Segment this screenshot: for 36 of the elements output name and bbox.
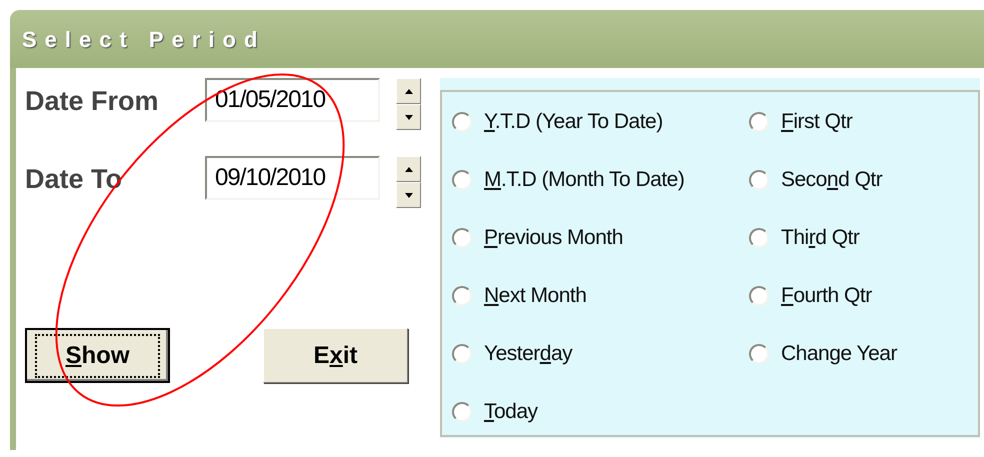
radio-label[interactable]: Previous Month <box>484 222 623 254</box>
radio-button[interactable] <box>452 112 472 132</box>
radio-button[interactable] <box>749 170 769 190</box>
radio-button[interactable] <box>749 286 769 306</box>
spin-button[interactable] <box>396 156 421 182</box>
radio-label[interactable]: Y.T.D (Year To Date) <box>484 106 663 138</box>
radio-button[interactable] <box>749 344 769 364</box>
window-title: Select Period <box>22 26 266 54</box>
exit-button[interactable]: Exit <box>263 328 408 383</box>
radio-label[interactable]: Fourth Qtr <box>781 280 872 312</box>
radio-label[interactable]: Yesterday <box>484 338 572 370</box>
radio-button[interactable] <box>452 286 472 306</box>
radio-label[interactable]: Third Qtr <box>781 222 860 254</box>
up-arrow-icon <box>404 166 412 172</box>
radio-button[interactable] <box>749 112 769 132</box>
radio-button[interactable] <box>452 170 472 190</box>
show-button[interactable]: Show <box>25 328 170 383</box>
radio-button[interactable] <box>452 344 472 364</box>
radio-label[interactable]: Next Month <box>484 280 586 312</box>
radio-label[interactable]: Second Qtr <box>781 164 882 196</box>
radio-button[interactable] <box>749 228 769 248</box>
radio-label[interactable]: First Qtr <box>781 106 852 138</box>
radio-label[interactable]: M.T.D (Month To Date) <box>484 164 684 196</box>
down-arrow-icon <box>404 192 412 198</box>
radio-label[interactable]: Today <box>484 396 538 428</box>
radio-button[interactable] <box>452 228 472 248</box>
spin-button[interactable] <box>396 182 421 208</box>
down-arrow-icon <box>404 114 412 120</box>
spin-button[interactable] <box>396 78 421 104</box>
radio-button[interactable] <box>452 402 472 422</box>
spin-button[interactable] <box>396 104 421 130</box>
date-field[interactable]: 09/10/2010 <box>205 156 380 200</box>
up-arrow-icon <box>404 88 412 94</box>
radio-label[interactable]: Change Year <box>781 338 897 370</box>
date-label: Date From <box>25 85 160 118</box>
date-field[interactable]: 01/05/2010 <box>205 78 380 122</box>
